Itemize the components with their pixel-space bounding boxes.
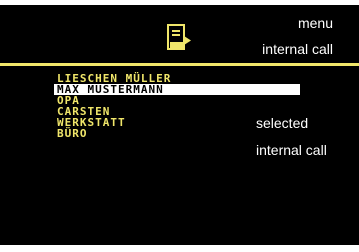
header-divider bbox=[0, 63, 359, 66]
contact-item-selected[interactable]: MAX MUSTERMANN bbox=[54, 84, 300, 95]
internal-call-label-top: internal call bbox=[262, 41, 333, 57]
display-header: menu internal call bbox=[0, 5, 359, 63]
selected-label: selected bbox=[256, 115, 309, 131]
softkey-menu-label[interactable]: menu bbox=[298, 15, 333, 31]
phonebook-icon[interactable] bbox=[166, 24, 192, 52]
handset-display: menu internal call LIESCHEN MÜLLER MAX M… bbox=[0, 5, 359, 245]
internal-call-label-bottom: internal call bbox=[256, 142, 327, 158]
